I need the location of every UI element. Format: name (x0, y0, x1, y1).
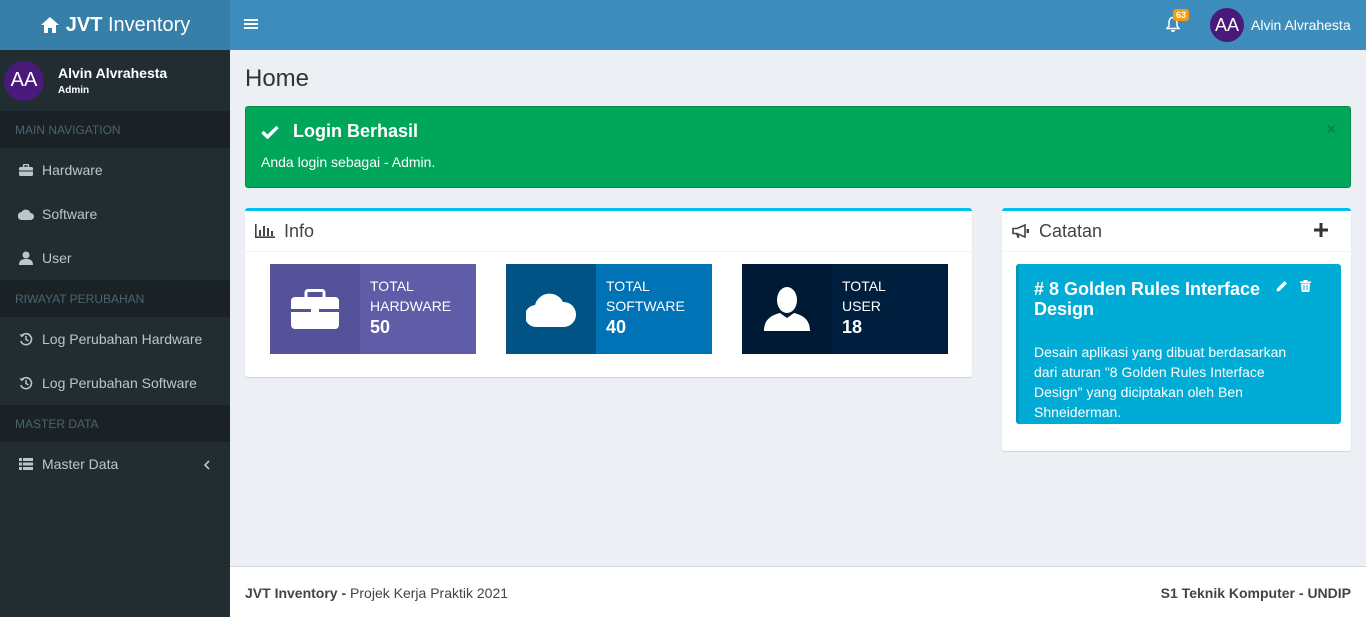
table-icon (18, 458, 34, 470)
sidebar-item-log-software[interactable]: Log Perubahan Software (0, 361, 230, 405)
stat-icon-area (270, 264, 360, 354)
avatar: AA (4, 60, 44, 101)
plus-icon (1314, 223, 1328, 237)
sidebar-item-label: Log Perubahan Hardware (42, 331, 203, 347)
brand-name-bold: JVT (65, 13, 103, 36)
stat-label: SOFTWARE (606, 298, 685, 314)
footer-project: Projek Kerja Praktik 2021 (350, 585, 509, 601)
note-card: # 8 Golden Rules Interface Design Desain… (1016, 264, 1341, 424)
bar-chart-icon (255, 224, 275, 238)
sidebar-user-role: Admin (58, 85, 90, 96)
stat-label: TOTAL (842, 278, 886, 294)
note-title: # 8 Golden Rules Interface Design (1034, 279, 1261, 319)
stat-card-hardware[interactable]: TOTAL HARDWARE 50 (270, 264, 476, 354)
section-header-main: MAIN NAVIGATION (0, 111, 230, 148)
stat-icon-area (506, 264, 596, 354)
add-note-button[interactable] (1314, 221, 1337, 242)
stat-label: HARDWARE (370, 298, 452, 314)
brand-logo[interactable]: JVT Inventory (0, 0, 230, 50)
sidebar-item-label: Log Perubahan Software (42, 375, 197, 391)
user-menu-name: Alvin Alvrahesta (1251, 17, 1351, 33)
stat-card-user[interactable]: TOTAL USER 18 (742, 264, 948, 354)
close-icon[interactable]: × (1327, 121, 1336, 139)
note-text: Desain aplikasi yang dibuat berdasarkan … (1034, 344, 1287, 420)
sidebar-item-label: User (42, 250, 72, 266)
cloud-icon (526, 293, 576, 327)
history-icon (18, 376, 34, 390)
sidebar-user-name: Alvin Alvrahesta (58, 65, 168, 81)
page-title: Home (245, 65, 310, 92)
box-title: Catatan (1039, 220, 1103, 241)
check-icon (261, 125, 279, 139)
user-icon (764, 287, 810, 331)
briefcase-icon (291, 289, 339, 329)
sidebar: AA Alvin Alvrahesta Admin MAIN NAVIGATIO… (0, 50, 230, 617)
menu-toggle-icon[interactable] (244, 17, 258, 35)
avatar: AA (1210, 8, 1244, 42)
stat-card-software[interactable]: TOTAL SOFTWARE 40 (506, 264, 712, 354)
sidebar-item-label: Software (42, 206, 98, 222)
sidebar-item-user[interactable]: User (0, 236, 230, 280)
stat-value: 50 (370, 317, 391, 337)
trash-icon (1300, 280, 1311, 292)
stat-label: TOTAL (606, 278, 650, 294)
cloud-icon (18, 209, 34, 220)
box-title: Info (284, 220, 315, 241)
brand-name: Inventory (107, 13, 191, 36)
stat-value: 40 (606, 317, 627, 337)
sidebar-item-label: Hardware (42, 162, 103, 178)
success-alert: Login Berhasil Anda login sebagai - Admi… (245, 106, 1351, 188)
delete-note-button[interactable] (1300, 279, 1311, 297)
user-icon (18, 251, 34, 265)
sidebar-user-panel: AA Alvin Alvrahesta Admin (0, 50, 230, 111)
footer-separator: - (337, 585, 351, 601)
stat-label: USER (842, 298, 881, 314)
chevron-left-icon (203, 457, 210, 473)
stat-label: TOTAL (370, 278, 414, 294)
catatan-box: Catatan # 8 Golden Rules Interface Desig… (1002, 208, 1351, 451)
section-header-history: RIWAYAT PERUBAHAN (0, 280, 230, 317)
home-icon (40, 17, 59, 33)
footer-brand: JVT Inventory (245, 585, 338, 601)
briefcase-icon (18, 164, 34, 176)
user-menu[interactable]: AA Alvin Alvrahesta (1210, 8, 1351, 42)
sidebar-item-log-hardware[interactable]: Log Perubahan Hardware (0, 317, 230, 361)
sidebar-item-label: Master Data (42, 456, 119, 472)
stat-value: 18 (842, 317, 863, 337)
notification-badge: 63 (1173, 9, 1190, 21)
history-icon (18, 332, 34, 346)
footer: JVT Inventory - Projek Kerja Praktik 202… (230, 566, 1366, 617)
alert-text: Anda login sebagai - Admin. (261, 154, 436, 170)
sidebar-item-hardware[interactable]: Hardware (0, 148, 230, 192)
section-header-master: MASTER DATA (0, 405, 230, 442)
stat-icon-area (742, 264, 832, 354)
alert-title: Login Berhasil (293, 121, 419, 141)
footer-institution: S1 Teknik Komputer - UNDIP (1160, 585, 1351, 601)
top-navbar: 63 AA Alvin Alvrahesta (230, 0, 1366, 50)
bullhorn-icon (1012, 224, 1029, 238)
sidebar-item-software[interactable]: Software (0, 192, 230, 236)
pencil-icon (1276, 281, 1287, 292)
main-content: Home Login Berhasil Anda login sebagai -… (230, 50, 1366, 566)
sidebar-item-master-data[interactable]: Master Data (0, 442, 230, 486)
edit-note-button[interactable] (1276, 279, 1288, 297)
info-box: Info TOTAL HARDWARE 50 TOTAL SOFTWARE 40 (245, 208, 972, 377)
